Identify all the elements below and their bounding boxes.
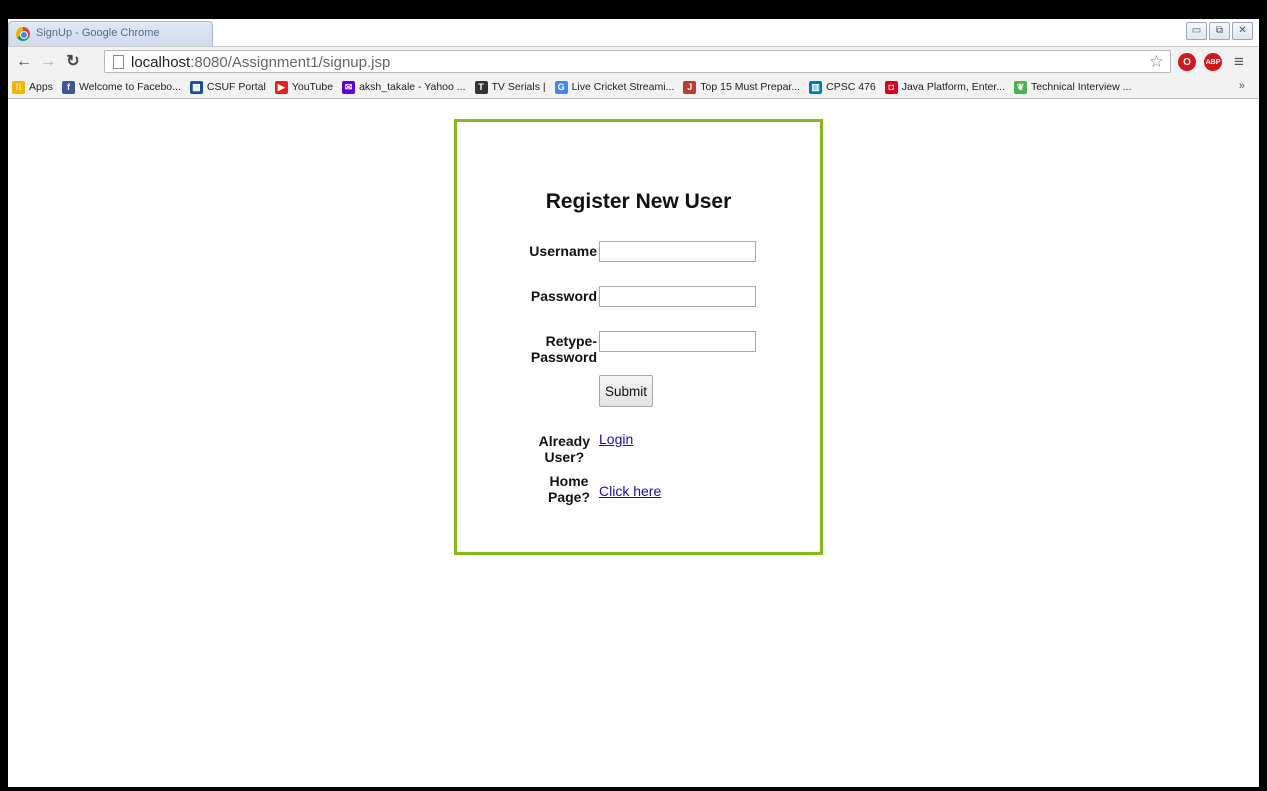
oracle-icon: ◘ [884, 80, 898, 94]
back-arrow-icon[interactable]: ← [14, 52, 34, 72]
retype-password-input[interactable] [599, 331, 756, 352]
facebook-icon: f [61, 80, 75, 94]
bookmark-label: Apps [29, 81, 53, 93]
retype-label-line2: Password [530, 349, 597, 365]
signup-form: Register New User Username Password Rety… [454, 119, 823, 555]
bookmark-label: Top 15 Must Prepar... [700, 81, 801, 93]
bookmark-item[interactable]: G Live Cricket Streami... [554, 80, 675, 94]
close-button[interactable]: ✕ [1232, 22, 1253, 40]
bookmark-item[interactable]: f Welcome to Facebo... [61, 80, 181, 94]
window-controls: ▭ ⧉ ✕ [1186, 22, 1253, 40]
page-icon [113, 55, 124, 69]
bookmark-item[interactable]: ❦ Technical Interview ... [1014, 80, 1132, 94]
forward-arrow-icon[interactable]: → [38, 52, 58, 72]
minimize-button[interactable]: ▭ [1186, 22, 1207, 40]
home-page-link[interactable]: Click here [599, 483, 661, 499]
password-input[interactable] [599, 286, 756, 307]
bookmark-item[interactable]: ⁞⁞ Apps [12, 80, 53, 94]
browser-window: SignUp - Google Chrome ▭ ⧉ ✕ ← → ↻ local… [8, 19, 1259, 787]
tab-title: SignUp - Google Chrome [36, 27, 160, 39]
bookmark-item[interactable]: ✉ aksh_takale - Yahoo ... [342, 80, 466, 94]
bookmark-label: Java Platform, Enter... [901, 81, 1006, 93]
bookmark-item[interactable]: ▶ YouTube [274, 80, 334, 94]
bookmark-label: YouTube [291, 81, 334, 93]
retype-password-label: Retype- Password [531, 333, 597, 365]
bookmark-item[interactable]: ▦ CSUF Portal [189, 80, 266, 94]
menu-icon[interactable]: ≡ [1234, 52, 1244, 72]
url-path: :8080/Assignment1/signup.jsp [190, 54, 391, 71]
jm-icon: J [683, 80, 697, 94]
bookmark-item[interactable]: T TV Serials | [474, 80, 546, 94]
yahoo-mail-icon: ✉ [342, 80, 356, 94]
bookmark-label: CSUF Portal [206, 81, 266, 93]
reload-icon[interactable]: ↻ [63, 52, 83, 72]
username-label: Username [529, 243, 597, 259]
google-icon: G [554, 80, 568, 94]
bookmark-label: Technical Interview ... [1031, 81, 1132, 93]
home-label-line1: Home [549, 473, 589, 489]
adblock-plus-icon[interactable]: ABP [1204, 53, 1222, 71]
stop-extension-icon[interactable]: O [1178, 53, 1196, 71]
bookmark-item[interactable]: ◘ Java Platform, Enter... [884, 80, 1006, 94]
youtube-icon: ▶ [274, 80, 288, 94]
url-host: localhost [131, 54, 191, 71]
already-label-line1: Already [538, 433, 590, 449]
tv-icon: T [474, 80, 488, 94]
bookmark-label: Welcome to Facebo... [78, 81, 181, 93]
trello-icon: ▥ [809, 80, 823, 94]
retype-label-line1: Retype- [545, 333, 597, 349]
home-page-label: Home Page? [548, 473, 590, 505]
browser-tab[interactable]: SignUp - Google Chrome [8, 21, 213, 46]
bookmark-label: TV Serials | [491, 81, 546, 93]
home-label-line2: Page? [547, 489, 590, 505]
username-input[interactable] [599, 241, 756, 262]
address-bar[interactable]: localhost:8080/Assignment1/signup.jsp ☆ [104, 50, 1171, 73]
page-content: Register New User Username Password Rety… [8, 100, 1259, 787]
url-text[interactable]: localhost:8080/Assignment1/signup.jsp [131, 54, 390, 71]
leaf-icon: ❦ [1014, 80, 1028, 94]
login-link[interactable]: Login [599, 431, 633, 447]
apps-grid-icon: ⁞⁞ [12, 80, 25, 94]
form-title: Register New User [545, 190, 732, 213]
bookmark-star-icon[interactable]: ☆ [1149, 52, 1164, 72]
browser-toolbar: ← → ↻ localhost:8080/Assignment1/signup.… [8, 46, 1259, 76]
password-label: Password [530, 288, 597, 304]
bookmark-label: aksh_takale - Yahoo ... [359, 81, 466, 93]
bookmark-item[interactable]: ▥ CPSC 476 [809, 80, 876, 94]
portal-icon: ▦ [189, 80, 203, 94]
restore-button[interactable]: ⧉ [1209, 22, 1230, 40]
title-bar: SignUp - Google Chrome ▭ ⧉ ✕ [8, 19, 1259, 46]
submit-button[interactable]: Submit [599, 375, 653, 407]
already-label-line2: User? [544, 449, 585, 465]
bookmark-label: Live Cricket Streami... [571, 81, 675, 93]
bookmarks-overflow-button[interactable]: » [1239, 80, 1245, 92]
bookmarks-bar: ⁞⁞ Apps f Welcome to Facebo... ▦ CSUF Portal ▶… [8, 76, 1259, 99]
chrome-logo-icon [16, 27, 30, 41]
already-user-label: Already User? [539, 433, 590, 465]
bookmark-item[interactable]: J Top 15 Must Prepar... [683, 80, 801, 94]
bookmark-label: CPSC 476 [826, 81, 876, 93]
